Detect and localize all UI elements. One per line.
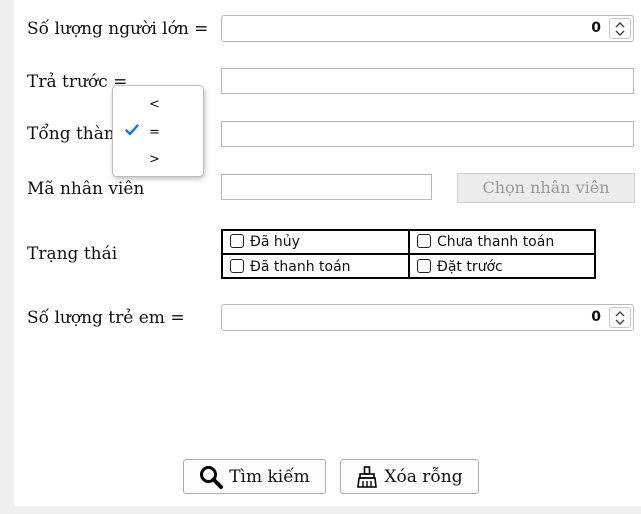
clear-button[interactable]: Xóa rỗng — [340, 459, 479, 494]
total-label: Tổng thành — [27, 124, 126, 144]
children-label: Số lượng trẻ em = — [27, 308, 185, 328]
status-option-label: Đã hủy — [250, 234, 300, 250]
up-down-chevron-icon — [615, 22, 625, 36]
status-checkbox-paid[interactable]: Đã thanh toán — [230, 258, 351, 276]
status-checkbox-unpaid[interactable]: Chưa thanh toán — [417, 233, 554, 251]
children-spinner[interactable]: 0 — [221, 304, 634, 331]
children-stepper-arrows[interactable] — [609, 307, 631, 328]
employee-input[interactable] — [221, 174, 432, 200]
adults-label: Số lượng người lớn = — [27, 19, 209, 39]
choose-employee-button[interactable]: Chọn nhân viên — [457, 173, 635, 203]
status-option-label: Chưa thanh toán — [437, 234, 555, 250]
status-option-label: Đặt trước — [437, 259, 503, 275]
operator-option-greater-than[interactable]: > — [149, 152, 160, 168]
adults-spinner[interactable]: 0 — [221, 15, 634, 42]
status-label: Trạng thái — [27, 244, 118, 264]
status-option-label: Đã thanh toán — [250, 259, 351, 275]
search-button[interactable]: Tìm kiếm — [183, 459, 326, 494]
operator-option-equals[interactable]: = — [149, 125, 160, 141]
adults-stepper-arrows[interactable] — [609, 18, 631, 39]
broom-icon — [357, 465, 378, 488]
checkbox-icon[interactable] — [230, 234, 244, 248]
operator-dropdown-menu: < = > — [112, 85, 204, 177]
search-button-label: Tìm kiếm — [229, 466, 310, 487]
children-value: 0 — [591, 309, 601, 325]
up-down-chevron-icon — [615, 311, 625, 325]
checkmark-icon — [125, 124, 139, 136]
prepaid-input[interactable] — [221, 68, 634, 94]
total-input[interactable] — [221, 121, 634, 147]
status-checkbox-reserved[interactable]: Đặt trước — [417, 258, 503, 276]
operator-option-less-than[interactable]: < — [149, 97, 160, 113]
checkbox-icon[interactable] — [417, 259, 431, 273]
grid-divider-horizontal — [223, 253, 594, 255]
status-checkbox-grid: Đã hủy Chưa thanh toán Đã thanh toán Đặt… — [221, 229, 596, 279]
status-checkbox-cancelled[interactable]: Đã hủy — [230, 233, 300, 251]
employee-label: Mã nhân viên — [27, 179, 145, 199]
checkbox-icon[interactable] — [417, 234, 431, 248]
clear-button-label: Xóa rỗng — [384, 466, 463, 487]
checkbox-icon[interactable] — [230, 259, 244, 273]
adults-value: 0 — [591, 20, 601, 36]
magnifier-icon — [200, 465, 224, 489]
